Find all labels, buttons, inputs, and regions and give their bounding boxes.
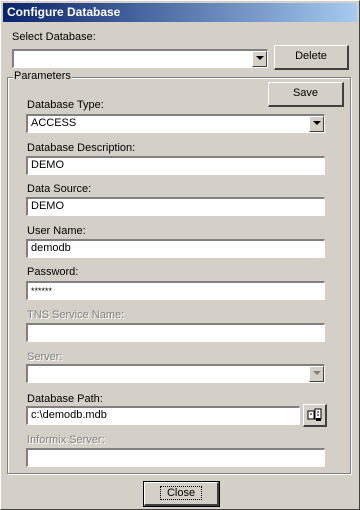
database-path-label: Database Path:	[27, 393, 103, 405]
user-name-field[interactable]: demodb	[26, 239, 325, 258]
configure-database-window: Configure Database Select Database: Dele…	[0, 0, 360, 510]
user-name-label: User Name:	[27, 225, 86, 237]
select-database-combo[interactable]	[12, 49, 268, 68]
close-button[interactable]: Close	[143, 481, 220, 507]
title-bar[interactable]: Configure Database	[3, 3, 357, 22]
delete-button[interactable]: Delete	[274, 45, 349, 70]
parameters-caption: Parameters	[13, 70, 72, 82]
server-label: Server:	[27, 351, 63, 363]
database-description-label: Database Description:	[27, 142, 136, 154]
tns-service-name-field[interactable]	[26, 323, 325, 342]
chevron-down-icon[interactable]	[309, 116, 324, 132]
database-description-field[interactable]: DEMO	[26, 156, 325, 175]
tns-service-name-label: TNS Service Name:	[27, 309, 125, 321]
save-button[interactable]: Save	[268, 82, 344, 107]
password-label: Password:	[27, 266, 79, 278]
chevron-down-icon[interactable]	[252, 51, 267, 67]
select-database-label: Select Database:	[12, 31, 96, 43]
data-source-field[interactable]: DEMO	[26, 197, 325, 216]
informix-server-field[interactable]	[26, 448, 325, 467]
server-combo[interactable]	[26, 364, 325, 383]
delete-button-label: Delete	[295, 50, 327, 62]
close-button-label: Close	[159, 486, 203, 500]
save-button-label: Save	[292, 87, 319, 99]
database-path-field[interactable]: c:\demodb.mdb	[26, 406, 300, 425]
browse-button[interactable]	[303, 404, 327, 427]
informix-server-label: Informix Server:	[27, 434, 105, 446]
database-type-value: ACCESS	[31, 117, 77, 129]
database-type-combo[interactable]: ACCESS	[26, 114, 325, 133]
window-title: Configure Database	[7, 5, 121, 19]
data-source-label: Data Source:	[27, 183, 92, 195]
chevron-down-icon[interactable]	[309, 366, 324, 382]
browse-folder-icon	[307, 408, 322, 421]
password-field[interactable]: ******	[26, 281, 325, 300]
database-type-label: Database Type:	[27, 99, 104, 111]
